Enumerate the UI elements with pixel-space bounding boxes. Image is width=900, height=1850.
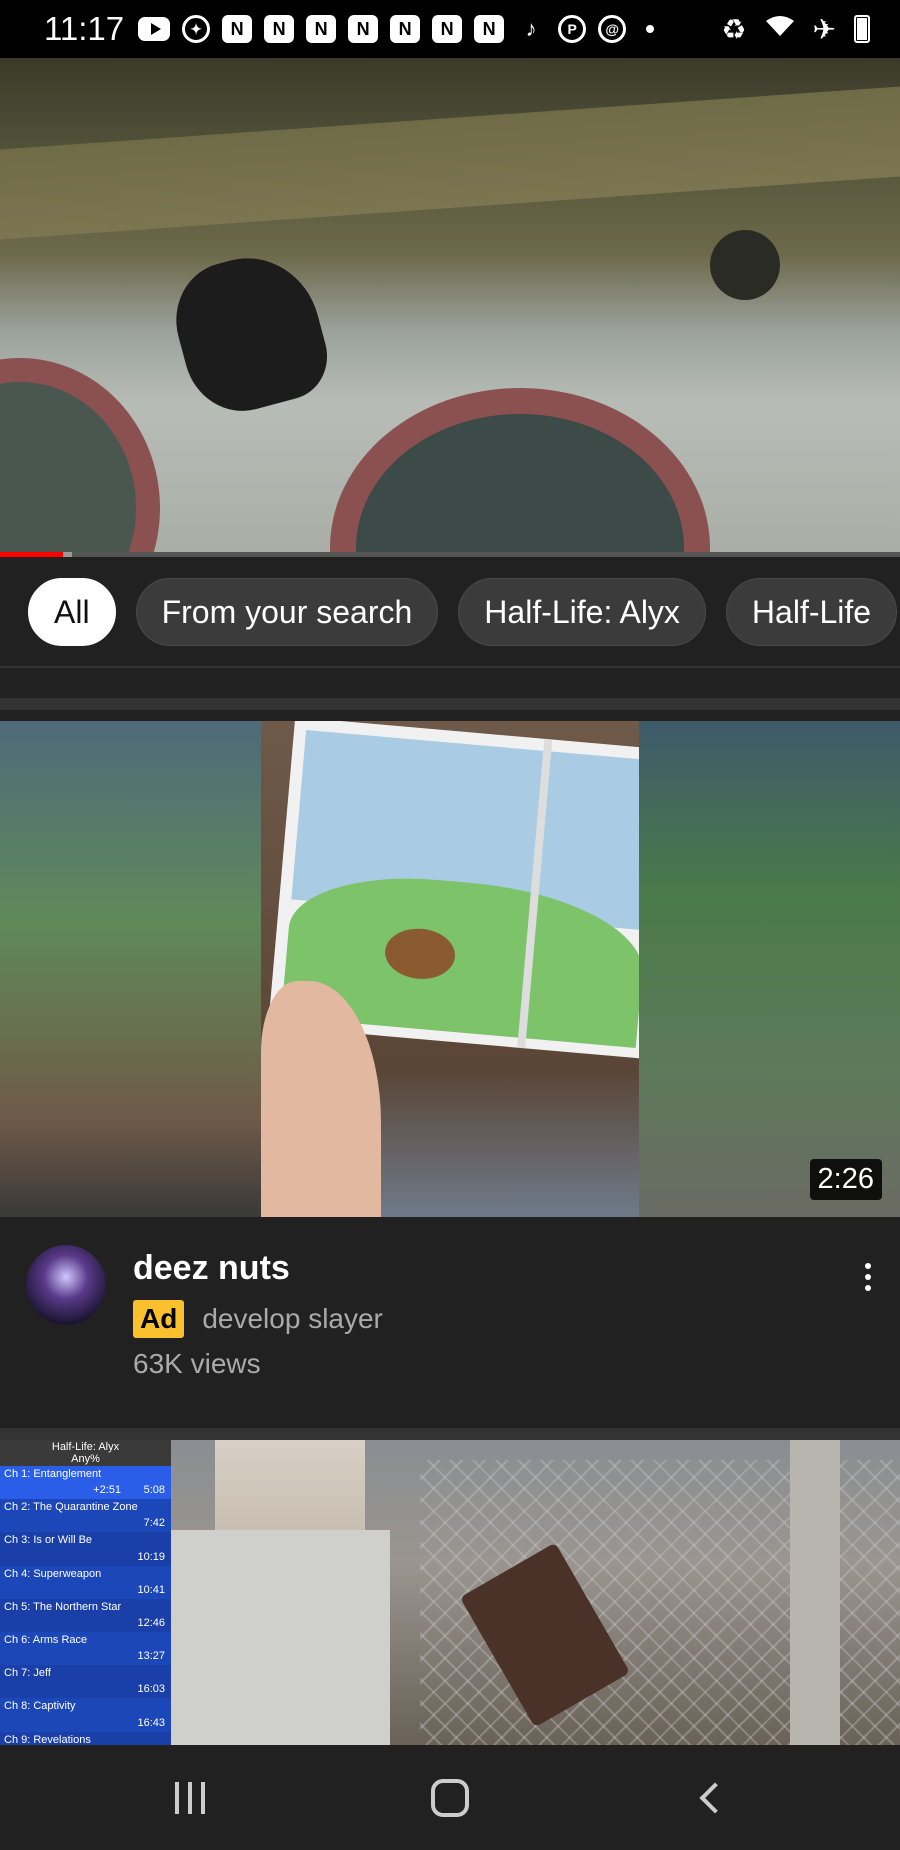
youtube-icon [138, 17, 171, 41]
divider [0, 668, 900, 710]
n-icon: N [306, 15, 337, 43]
ad-row: Ad develop slayer [133, 1300, 383, 1338]
split-time: 7:42 [143, 1517, 165, 1530]
notification-icons: ✦ N N N N N N N ♪ P @ [138, 14, 655, 44]
thumbnail-image [261, 721, 639, 1217]
chip-all[interactable]: All [28, 578, 116, 646]
splits-category: Any% [71, 1453, 100, 1465]
thumbnail-pole [790, 1440, 840, 1745]
splits-header: Half-Life: Alyx Any% [0, 1440, 171, 1466]
threads-icon: @ [598, 15, 627, 43]
wifi-icon [765, 13, 795, 45]
split-time: 10:41 [137, 1583, 165, 1596]
split-row: Ch 2: The Quarantine Zone 7:42 [0, 1499, 171, 1533]
battery-icon [854, 15, 870, 43]
n-icon: N [348, 15, 379, 43]
split-time: 10:19 [137, 1550, 165, 1563]
channel-avatar[interactable] [26, 1245, 106, 1325]
video-player[interactable] [0, 58, 900, 552]
splits-title: Half-Life: Alyx [51, 1441, 120, 1453]
system-nav-bar [0, 1745, 900, 1850]
split-row: Ch 1: Entanglement +2:51 5:08 [0, 1466, 171, 1500]
chip-from-your-search[interactable]: From your search [135, 578, 439, 646]
split-delta: +2:51 [93, 1484, 121, 1497]
n-icon: N [432, 15, 463, 43]
split-row: Ch 3: Is or Will Be 10:19 [0, 1532, 171, 1565]
ad-video-meta: deez nuts Ad develop slayer 63K views [0, 1245, 900, 1395]
split-time: 16:03 [137, 1683, 165, 1696]
status-time: 11:17 [44, 10, 125, 47]
airplane-icon: ✈ [812, 13, 836, 45]
ad-video-thumbnail[interactable]: 2:26 [0, 721, 900, 1217]
tiktok-icon: ♪ [525, 16, 537, 41]
split-name: Ch 3: Is or Will Be [4, 1534, 93, 1547]
thumbnail-truck [170, 1530, 390, 1745]
home-icon [431, 1778, 469, 1817]
thumbnail-blur-left [0, 721, 262, 1217]
system-icons: ♻ ✈ [721, 13, 870, 46]
split-row: Ch 4: Superweapon 10:41 [0, 1565, 171, 1599]
split-name: Ch 6: Arms Race [4, 1633, 88, 1646]
status-bar: 11:17 ✦ N N N N N N N ♪ P @ ♻ ✈ [0, 0, 900, 58]
video-frame-knob [710, 230, 780, 300]
ad-badge: Ad [133, 1300, 185, 1338]
split-time: 5:08 [143, 1484, 165, 1497]
n-icon: N [390, 15, 421, 43]
view-count: 63K views [133, 1348, 261, 1379]
messenger-icon: ✦ [182, 15, 211, 43]
split-row: Ch 5: The Northern Star 12:46 [0, 1599, 171, 1632]
split-name: Ch 2: The Quarantine Zone [4, 1501, 138, 1514]
split-time: 13:27 [137, 1650, 165, 1663]
video-frame-machine [0, 86, 900, 240]
split-name: Ch 8: Captivity [4, 1700, 76, 1713]
split-name: Ch 1: Entanglement [4, 1468, 102, 1480]
channel-name[interactable]: develop slayer [202, 1303, 383, 1335]
dot-icon [646, 25, 655, 33]
pinterest-icon: P [558, 15, 587, 43]
back-button[interactable] [670, 1768, 750, 1828]
split-time: 12:46 [137, 1616, 165, 1629]
split-row: Ch 8: Captivity 16:43 [0, 1698, 171, 1732]
split-row: Ch 6: Arms Race 13:27 [0, 1631, 171, 1666]
battery-saver-icon: ♻ [721, 13, 747, 45]
video-frame-hand [162, 242, 338, 424]
split-name: Ch 5: The Northern Star [4, 1600, 122, 1613]
split-row: Ch 7: Jeff 16:03 [0, 1665, 171, 1698]
video-title[interactable]: deez nuts [133, 1249, 290, 1288]
speedrun-splits: Half-Life: Alyx Any% Ch 1: Entanglement … [0, 1440, 171, 1745]
split-time: 16:43 [137, 1716, 165, 1729]
n-icon: N [222, 15, 253, 43]
split-name: Ch 4: Superweapon [4, 1567, 102, 1580]
more-options-icon[interactable] [856, 1257, 880, 1297]
thumbnail-blur-right [638, 721, 900, 1217]
filter-chips-bar: All From your search Half-Life: Alyx Hal… [0, 557, 900, 668]
n-icon: N [474, 15, 505, 43]
chip-half-life-alyx[interactable]: Half-Life: Alyx [458, 578, 706, 646]
video-frame-drum [0, 358, 160, 552]
divider [0, 1428, 900, 1440]
recents-icon [175, 1781, 205, 1814]
home-button[interactable] [410, 1768, 490, 1828]
recents-button[interactable] [150, 1768, 230, 1828]
video-frame-drum [330, 388, 710, 552]
split-name: Ch 9: Revelations [4, 1733, 91, 1746]
split-name: Ch 7: Jeff [4, 1667, 51, 1680]
chip-half-life[interactable]: Half-Life [725, 578, 898, 646]
n-icon: N [264, 15, 295, 43]
ad-video-card: 2:26 deez nuts Ad develop slayer 63K vie… [0, 710, 900, 1428]
video-duration: 2:26 [809, 1159, 882, 1200]
split-row: Ch 9: Revelations [0, 1732, 171, 1746]
back-icon [699, 1781, 731, 1814]
next-video-thumbnail[interactable]: Half-Life: Alyx Any% Ch 1: Entanglement … [0, 1440, 900, 1745]
